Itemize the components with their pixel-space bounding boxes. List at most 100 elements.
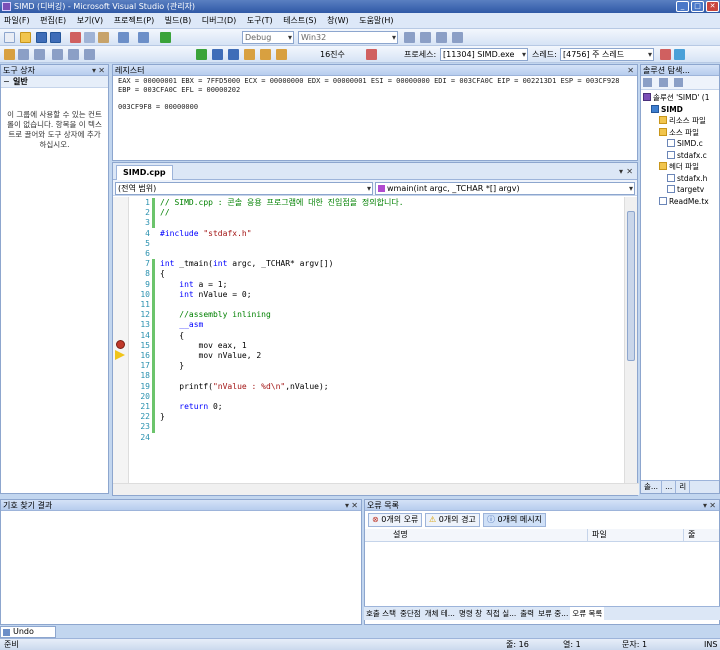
tab-object-test[interactable]: 개체 테... <box>423 607 457 620</box>
col-line[interactable]: 줄 <box>683 529 695 542</box>
tab-class-view[interactable]: ... <box>662 481 677 493</box>
redo-icon[interactable] <box>138 32 149 43</box>
tab-pending[interactable]: 보류 중... <box>536 607 570 620</box>
platform-select[interactable]: Win32 <box>298 31 398 44</box>
menu-edit[interactable]: 편집(E) <box>36 13 70 28</box>
flag-icon[interactable] <box>660 49 671 60</box>
tab-error-list[interactable]: 오류 목록 <box>570 607 605 620</box>
menu-file[interactable]: 파일(F) <box>0 13 34 28</box>
tab-simd-cpp[interactable]: SIMD.cpp <box>116 165 173 180</box>
toolbox-icon[interactable] <box>452 32 463 43</box>
bookmark-icon[interactable] <box>84 49 95 60</box>
scope-select[interactable]: (전역 범위) <box>115 182 373 195</box>
properties-icon[interactable] <box>643 78 652 87</box>
properties-icon[interactable] <box>436 32 447 43</box>
step-over-icon[interactable] <box>260 49 271 60</box>
find-icon[interactable] <box>404 32 415 43</box>
toolbox-group-general[interactable]: 일반 <box>1 76 108 88</box>
open-file-icon[interactable] <box>20 32 31 43</box>
tree-item[interactable]: 리소스 파일 <box>641 115 719 127</box>
col-description[interactable]: 설명 <box>393 529 408 541</box>
messages-filter-button[interactable]: ⓘ 0개의 메시지 <box>483 513 546 527</box>
save-icon[interactable] <box>36 32 47 43</box>
stop-debug-icon[interactable] <box>228 49 239 60</box>
tree-item[interactable]: stdafx.h <box>641 173 719 185</box>
horizontal-scrollbar[interactable] <box>113 483 639 495</box>
pin-icon[interactable]: ▾ <box>345 500 349 510</box>
errors-close-icon[interactable]: ✕ <box>709 500 716 510</box>
uncomment-icon[interactable] <box>68 49 79 60</box>
tab-immediate[interactable]: 직접 실... <box>484 607 518 620</box>
tree-item[interactable]: SIMD.c <box>641 138 719 150</box>
thread-select[interactable]: [4756] 주 스레드 <box>560 48 654 61</box>
comment-icon[interactable] <box>52 49 63 60</box>
code-area[interactable]: 1 2 3 4 5 6 7 8 9 10 11 12 13 14 15 16 17 18 19 20 21 22 23 24 … <box>113 197 625 484</box>
pin-icon[interactable]: ▾ <box>92 65 96 75</box>
source-lines[interactable]: // SIMD.cpp : 콘솔 응용 프로그램에 대한 진입점을 정의합니다.… <box>160 197 404 443</box>
filter-icon[interactable] <box>674 49 685 60</box>
menu-help[interactable]: 도움말(H) <box>355 13 397 28</box>
warnings-filter-button[interactable]: ⚠ 0개의 경고 <box>425 513 480 527</box>
symbols-close-icon[interactable]: ✕ <box>351 500 358 510</box>
config-select[interactable]: Debug <box>242 31 294 44</box>
tree-item[interactable]: ReadMe.tx <box>641 196 719 208</box>
refresh-icon[interactable] <box>674 78 684 87</box>
break-all-icon[interactable] <box>212 49 223 60</box>
toolbox-close-icon[interactable]: ✕ <box>98 65 105 75</box>
tree-item[interactable]: 소스 파일 <box>641 127 719 139</box>
tree-item[interactable]: 헤더 파일 <box>641 161 719 173</box>
tab-breakpoints[interactable]: 중단점 <box>398 607 423 620</box>
process-select[interactable]: [11304] SIMD.exe <box>440 48 528 61</box>
tab-solution[interactable]: 솔... <box>641 481 663 493</box>
save-all-icon[interactable] <box>50 32 61 43</box>
cut-icon[interactable] <box>70 32 81 43</box>
tree-item[interactable]: stdafx.c <box>641 150 719 162</box>
maximize-button[interactable]: □ <box>691 1 704 12</box>
tab-menu-icon[interactable]: ▾ <box>619 166 623 177</box>
indicator-margin[interactable] <box>113 197 129 484</box>
menu-window[interactable]: 창(W) <box>323 13 353 28</box>
menu-test[interactable]: 테스트(S) <box>279 13 320 28</box>
breakpoint-icon[interactable] <box>116 340 125 349</box>
tab-command-window[interactable]: 명령 창 <box>457 607 484 620</box>
vertical-scrollbar[interactable] <box>624 197 637 484</box>
registers-content[interactable]: EAX = 00000001 EBX = 7FFD5000 ECX = 0000… <box>113 76 637 112</box>
tree-item[interactable]: 솔루션 'SIMD' (1 <box>641 92 719 104</box>
menu-build[interactable]: 빌드(B) <box>161 13 195 28</box>
start-debug-icon[interactable] <box>160 32 171 43</box>
continue-icon[interactable] <box>196 49 207 60</box>
breakpoint-icon[interactable] <box>4 49 15 60</box>
indent-icon[interactable] <box>18 49 29 60</box>
function-select[interactable]: wmain(int argc, _TCHAR *[] argv) <box>375 182 635 195</box>
undo-close-tab[interactable]: Undo Close <box>0 626 56 646</box>
solution-explorer-icon[interactable] <box>420 32 431 43</box>
errors-filter-button[interactable]: ⊗ 0개의 오류 <box>368 513 423 527</box>
pin-icon[interactable]: ▾ <box>703 500 707 510</box>
paste-icon[interactable] <box>98 32 109 43</box>
tab-close-icon[interactable]: ✕ <box>626 166 633 177</box>
tree-item[interactable]: SIMD <box>641 104 719 116</box>
menu-debug[interactable]: 디버그(D) <box>198 13 240 28</box>
hex-menu-icon[interactable] <box>366 49 377 60</box>
tab-output[interactable]: 출력 <box>518 607 536 620</box>
undo-icon[interactable] <box>118 32 129 43</box>
show-all-files-icon[interactable] <box>658 78 668 87</box>
outdent-icon[interactable] <box>34 49 45 60</box>
tab-resource-view[interactable]: 리 <box>676 481 691 493</box>
toolbox-empty-message: 이 그룹에 사용할 수 있는 컨트롤이 없습니다. 항목을 이 텍스트로 끌어와… <box>7 110 102 149</box>
col-file[interactable]: 파일 <box>587 529 607 542</box>
close-button[interactable]: ✕ <box>706 1 719 12</box>
menu-view[interactable]: 보기(V) <box>73 13 107 28</box>
new-project-icon[interactable] <box>4 32 15 43</box>
tab-call-stack[interactable]: 호출 스택 <box>364 607 398 620</box>
scroll-thumb[interactable] <box>627 211 635 361</box>
menu-tools[interactable]: 도구(T) <box>243 13 277 28</box>
tree-item[interactable]: targetv <box>641 184 719 196</box>
menu-project[interactable]: 프로젝트(P) <box>110 13 159 28</box>
registers-close-icon[interactable]: ✕ <box>627 65 634 75</box>
hex-toggle[interactable]: 16진수 <box>320 48 345 61</box>
minimize-button[interactable]: _ <box>676 1 689 12</box>
step-into-icon[interactable] <box>244 49 255 60</box>
step-out-icon[interactable] <box>276 49 287 60</box>
copy-icon[interactable] <box>84 32 95 43</box>
